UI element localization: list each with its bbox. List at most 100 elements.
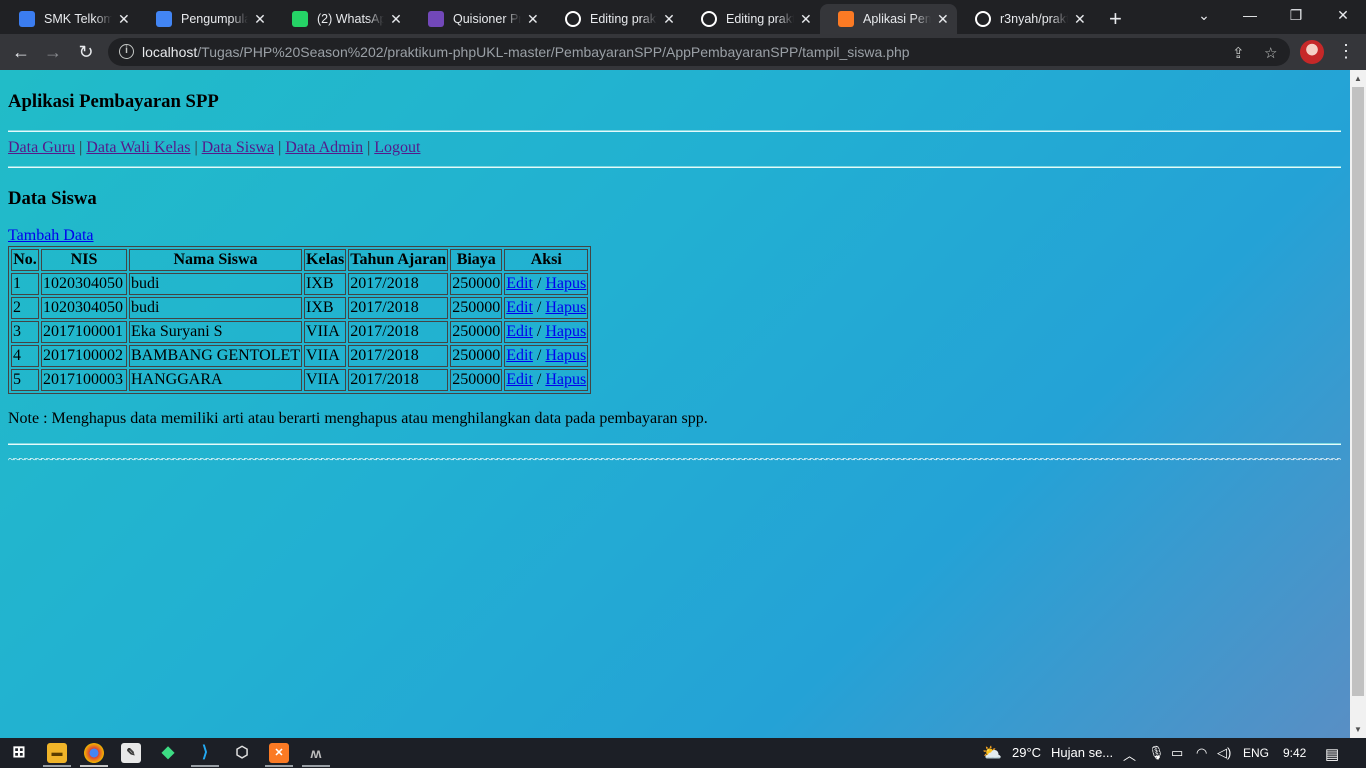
wifi-icon[interactable]: ◠: [1196, 745, 1207, 761]
new-tab-button[interactable]: +: [1109, 6, 1122, 32]
cell-tahun: 2017/2018: [348, 321, 449, 343]
url-text[interactable]: localhost/Tugas/PHP%20Season%202/praktik…: [142, 44, 910, 60]
nav-separator: |: [194, 139, 198, 156]
tab-close-icon[interactable]: ✕: [800, 11, 812, 28]
col-header-biaya: Biaya: [450, 249, 503, 271]
action-separator: /: [536, 299, 542, 316]
browser-tab[interactable]: Aplikasi Pembayaran ✕: [820, 4, 957, 34]
table-row: 3 2017100001 Eka Suryani S VIIA 2017/2018 250…: [11, 321, 589, 343]
delete-link[interactable]: Hapus: [545, 323, 586, 340]
browser-tab[interactable]: (2) WhatsApp ✕: [274, 4, 410, 34]
edit-link[interactable]: Edit: [506, 371, 533, 388]
taskbar-active-indicator: [43, 765, 71, 767]
cell-nama: BAMBANG GENTOLET: [129, 345, 303, 367]
tab-close-icon[interactable]: ✕: [527, 11, 539, 28]
browser-tab[interactable]: Pengumpulan Tugas ✕: [138, 4, 274, 34]
nav-logout[interactable]: Logout: [374, 139, 420, 156]
info-icon[interactable]: i: [119, 44, 134, 59]
unity-icon[interactable]: ⬡: [232, 743, 252, 763]
weather-icon[interactable]: ⛅: [982, 743, 1002, 763]
browser-tab-strip: + ⌄ — ❐ ✕ SMK Telkom Malang✕Pengumpulan …: [0, 0, 1366, 34]
edit-link[interactable]: Edit: [506, 347, 533, 364]
page-scrollbar[interactable]: ▲ ▼: [1350, 70, 1366, 738]
scroll-down-icon[interactable]: ▼: [1350, 721, 1366, 738]
webex-taskbar-icon[interactable]: ʍ: [306, 743, 326, 763]
edit-link[interactable]: Edit: [506, 323, 533, 340]
github-icon: [701, 11, 717, 27]
cell-no: 3: [11, 321, 39, 343]
nav-data-guru[interactable]: Data Guru: [8, 139, 75, 156]
battery-icon[interactable]: ▭: [1171, 745, 1183, 761]
cell-kelas: VIIA: [304, 345, 347, 367]
tab-close-icon[interactable]: ✕: [937, 11, 949, 28]
profile-avatar[interactable]: [1300, 40, 1324, 64]
browser-menu-icon[interactable]: ⋮: [1337, 41, 1355, 61]
delete-link[interactable]: Hapus: [545, 347, 586, 364]
reload-button[interactable]: ↻: [75, 41, 97, 63]
file-explorer-icon[interactable]: ▬: [47, 743, 67, 763]
notification-icon[interactable]: ▤: [1325, 745, 1339, 763]
browser-tab-title: SMK Telkom Malang: [44, 12, 112, 26]
volume-icon[interactable]: ◁): [1217, 745, 1231, 761]
forward-button[interactable]: →: [42, 41, 64, 63]
address-bar[interactable]: i localhost/Tugas/PHP%20Season%202/prakt…: [108, 38, 1290, 66]
footer-tilde-line: ~~~~~~~~~~~~~~~~~~~~~~~~~~~~~~~~~~~~~~~~…: [8, 453, 1341, 465]
nav-separator: |: [79, 139, 83, 156]
tab-close-icon[interactable]: ✕: [254, 11, 266, 28]
browser-tab[interactable]: SMK Telkom Malang ✕: [1, 4, 138, 34]
cell-nama: HANGGARA: [129, 369, 303, 391]
chrome-icon[interactable]: [84, 743, 104, 763]
table-row: 2 1020304050 budi IXB 2017/2018 250000 Edit / Ha…: [11, 297, 589, 319]
back-button[interactable]: ←: [10, 41, 32, 63]
tab-close-icon[interactable]: ✕: [1074, 11, 1086, 28]
browser-tab[interactable]: Editing praktikum ✕: [547, 4, 683, 34]
weather-temp[interactable]: 29°C: [1012, 745, 1041, 760]
microphone-icon[interactable]: 🎙: [1148, 745, 1165, 761]
restore-button[interactable]: ❐: [1273, 4, 1319, 26]
minimize-button[interactable]: —: [1227, 4, 1273, 26]
xampp-icon[interactable]: ✕: [269, 743, 289, 763]
language-indicator[interactable]: ENG: [1243, 746, 1269, 760]
browser-tab-title: Editing praktikum: [590, 12, 657, 26]
cell-nis: 2017100003: [41, 369, 127, 391]
edit-link[interactable]: Edit: [506, 275, 533, 292]
cell-tahun: 2017/2018: [348, 273, 449, 295]
delete-link[interactable]: Hapus: [545, 371, 586, 388]
scroll-up-icon[interactable]: ▲: [1350, 70, 1366, 87]
cell-nis: 1020304050: [41, 297, 127, 319]
add-data-link[interactable]: Tambah Data: [8, 227, 94, 245]
tab-close-icon[interactable]: ✕: [390, 11, 402, 28]
cell-no: 2: [11, 297, 39, 319]
divider-bottom: [8, 443, 1341, 445]
share-icon[interactable]: ⇪: [1232, 44, 1245, 62]
scroll-thumb[interactable]: [1352, 87, 1364, 696]
tab-close-icon[interactable]: ✕: [118, 11, 130, 28]
delete-link[interactable]: Hapus: [545, 299, 586, 316]
bookmark-star-icon[interactable]: ☆: [1264, 44, 1277, 62]
windows-taskbar: ⊞ ▬ ✎ ◆ ⟩ ⬡ ✕ ʍ ⛅ 29°C Hujan se... ︿ 🎙 ▭…: [0, 738, 1366, 768]
cell-aksi: Edit / Hapus: [504, 273, 589, 295]
browser-tab[interactable]: r3nyah/praktikum ✕: [957, 4, 1094, 34]
tab-close-icon[interactable]: ✕: [663, 11, 675, 28]
browser-tab[interactable]: Editing praktikum ✕: [683, 4, 820, 34]
tab-search-icon[interactable]: ⌄: [1181, 4, 1227, 26]
delete-link[interactable]: Hapus: [545, 275, 586, 292]
browser-tab[interactable]: Quisioner Program ✕: [410, 4, 547, 34]
nav-data-siswa[interactable]: Data Siswa: [202, 139, 274, 156]
paint-icon[interactable]: ✎: [121, 743, 141, 763]
edit-link[interactable]: Edit: [506, 299, 533, 316]
vscode-icon[interactable]: ⟩: [195, 743, 215, 763]
clock[interactable]: 9:42: [1283, 746, 1306, 760]
nav-data-admin[interactable]: Data Admin: [285, 139, 363, 156]
windows-start-icon[interactable]: ⊞: [9, 743, 29, 763]
tray-chevron-icon[interactable]: ︿: [1123, 745, 1136, 764]
cell-aksi: Edit / Hapus: [504, 369, 589, 391]
cell-aksi: Edit / Hapus: [504, 345, 589, 367]
cell-nis: 1020304050: [41, 273, 127, 295]
android-studio-icon[interactable]: ◆: [158, 743, 178, 763]
weather-text[interactable]: Hujan se...: [1051, 745, 1113, 760]
main-nav: Data Guru | Data Wali Kelas | Data Siswa…: [8, 139, 420, 157]
cell-aksi: Edit / Hapus: [504, 321, 589, 343]
close-window-button[interactable]: ✕: [1320, 4, 1366, 26]
nav-data-wali-kelas[interactable]: Data Wali Kelas: [86, 139, 190, 156]
